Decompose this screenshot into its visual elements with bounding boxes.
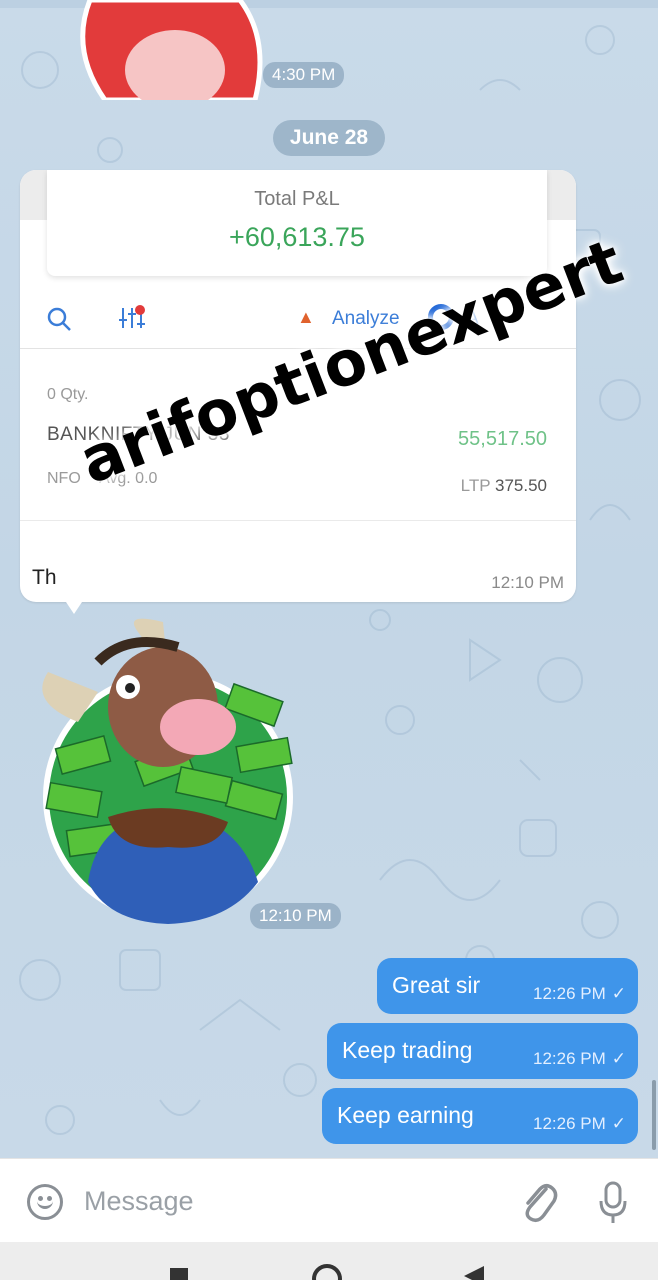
sticker-top-time: 4:30 PM	[263, 62, 345, 88]
message-meta: 12:26 PM ✓	[533, 1049, 626, 1069]
image-time: 12:10 PM	[491, 573, 564, 592]
outgoing-message[interactable]: Keep trading 12:26 PM ✓	[327, 1023, 638, 1079]
sticker-time: 12:10 PM	[250, 903, 341, 929]
sticker-top[interactable]	[60, 0, 270, 100]
position-pnl: 55,517.50	[458, 428, 547, 450]
pl-label: Total P&L	[254, 188, 340, 210]
search-icon	[47, 307, 71, 331]
bull-sticker[interactable]	[28, 612, 348, 934]
image-caption: Th	[32, 566, 57, 589]
chat-background: 4:30 PM June 28 Total P&L +60,613.75 ▲ A…	[0, 0, 658, 1158]
paperclip-icon[interactable]	[518, 1179, 558, 1223]
position-ltp: LTP 375.50	[461, 476, 547, 496]
system-navbar	[0, 1242, 658, 1280]
divider-2	[20, 520, 576, 521]
read-check-icon: ✓	[611, 1114, 626, 1133]
read-check-icon: ✓	[611, 1049, 626, 1068]
analyze-icon: ▲	[297, 307, 315, 327]
message-input[interactable]	[84, 1181, 484, 1221]
message-composer	[0, 1158, 658, 1242]
position-exchange: NFO	[47, 470, 81, 487]
outgoing-message[interactable]: Great sir 12:26 PM ✓	[377, 958, 638, 1014]
microphone-icon[interactable]	[598, 1181, 628, 1225]
ltp-value: 375.50	[495, 476, 547, 495]
outgoing-message[interactable]: Keep earning 12:26 PM ✓	[322, 1088, 638, 1144]
pl-card: Total P&L +60,613.75	[47, 170, 547, 276]
recents-button[interactable]	[170, 1268, 188, 1280]
home-button[interactable]	[312, 1264, 342, 1280]
message-text: Keep earning	[337, 1102, 474, 1128]
message-time: 12:26 PM	[532, 1049, 606, 1068]
message-text: Great sir	[392, 972, 481, 998]
message-text: Keep trading	[342, 1037, 473, 1063]
ltp-label: LTP	[460, 476, 491, 495]
message-meta: 12:26 PM ✓	[533, 984, 626, 1004]
message-time: 12:26 PM	[532, 1114, 606, 1133]
read-check-icon: ✓	[611, 984, 626, 1003]
back-button[interactable]	[464, 1266, 484, 1280]
scroll-indicator[interactable]	[652, 1080, 656, 1150]
message-meta: 12:26 PM ✓	[533, 1114, 626, 1134]
date-divider: June 28	[273, 120, 385, 156]
filter-icon	[119, 305, 145, 328]
message-time: 12:26 PM	[532, 984, 606, 1003]
position-qty: 0 Qty.	[47, 386, 89, 403]
pl-value: +60,613.75	[229, 222, 365, 252]
